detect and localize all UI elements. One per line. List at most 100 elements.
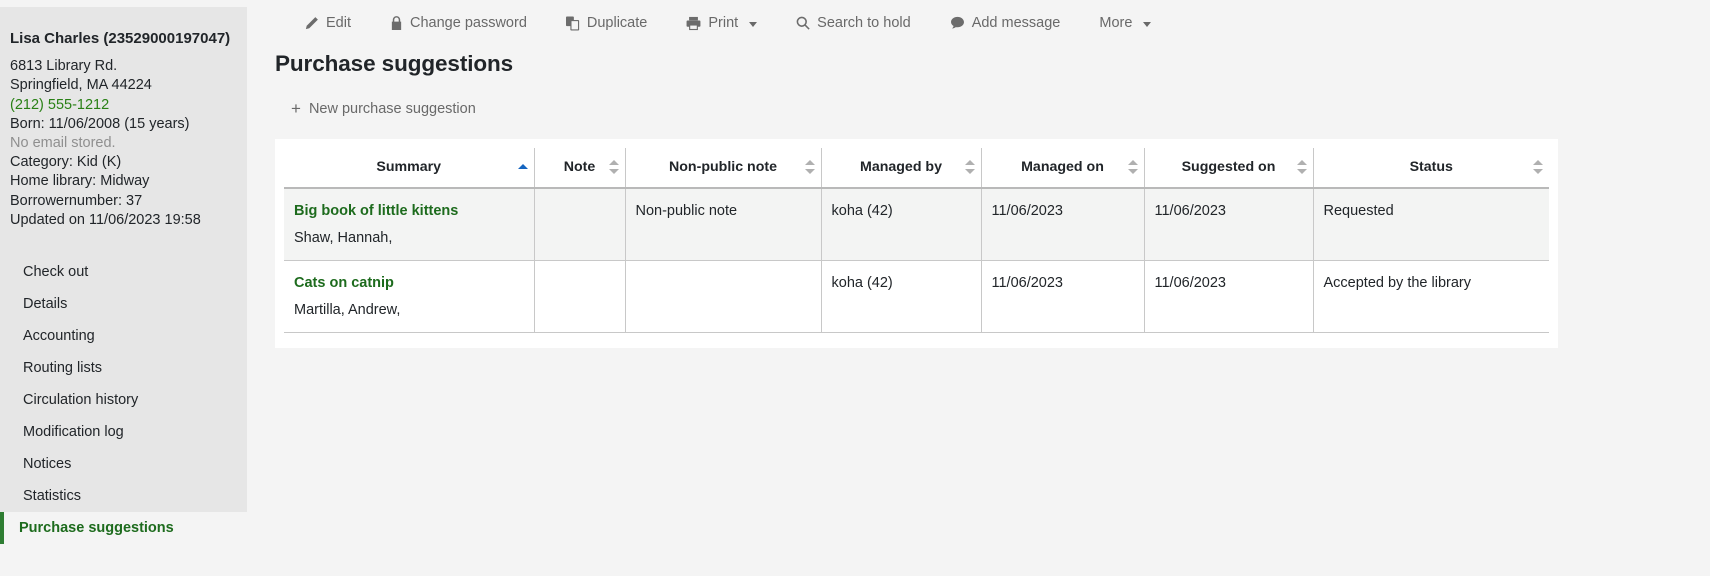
patron-borrowernumber: Borrowernumber: 37 [10, 192, 247, 211]
cell-value: Non-public note [636, 203, 811, 219]
sort-toggle-icon[interactable] [609, 160, 619, 174]
suggestion-title-link[interactable]: Big book of little kittens [294, 203, 524, 219]
column-header-managed-on[interactable]: Managed on [981, 148, 1144, 188]
column-header-status[interactable]: Status [1313, 148, 1549, 188]
cell-summary: Cats on catnip Martilla, Andrew, [284, 261, 534, 333]
cell-note [534, 261, 625, 333]
column-header-note[interactable]: Note [534, 148, 625, 188]
sort-toggle-icon[interactable] [1297, 160, 1307, 174]
toolbar-button-duplicate[interactable]: Duplicate [552, 13, 661, 33]
sidebar-item-label: Statistics [23, 488, 81, 504]
suggestion-author: Shaw, Hannah, [294, 230, 524, 246]
chevron-down-icon [749, 22, 757, 27]
patron-name: Lisa Charles (23529000197047) [10, 29, 247, 48]
sort-toggle-icon[interactable] [1128, 160, 1138, 174]
search-icon [796, 16, 810, 30]
sort-toggle-icon[interactable] [805, 160, 815, 174]
cell-summary: Big book of little kittens Shaw, Hannah, [284, 188, 534, 261]
sidebar-item-check-out[interactable]: Check out [0, 256, 247, 288]
column-header-managed-by[interactable]: Managed by [821, 148, 981, 188]
column-header-summary[interactable]: Summary [284, 148, 534, 188]
patron-home-library: Home library: Midway [10, 172, 247, 191]
patron-born: Born: 11/06/2008 (15 years) [10, 115, 247, 134]
patron-address-line-2: Springfield, MA 44224 [10, 76, 247, 95]
toolbar-button-print[interactable]: Print [672, 13, 771, 33]
table-row: Big book of little kittens Shaw, Hannah, N… [284, 188, 1549, 261]
sidebar-item-label: Purchase suggestions [19, 520, 174, 536]
sidebar-item-label: Circulation history [23, 392, 138, 408]
sidebar-item-statistics[interactable]: Statistics [0, 480, 247, 512]
cell-note [534, 188, 625, 261]
toolbar-button-search-to-hold[interactable]: Search to hold [782, 13, 925, 33]
sidebar-item-label: Routing lists [23, 360, 102, 376]
cell-value: koha (42) [832, 275, 971, 291]
sidebar-item-label: Details [23, 296, 67, 312]
table-body: Big book of little kittens Shaw, Hannah, N… [284, 188, 1549, 333]
purchase-suggestions-table: SummaryNoteNon-public noteManaged byMana… [284, 148, 1549, 333]
cell-value: 11/06/2023 [1155, 275, 1303, 291]
toolbar-button-label: More [1099, 15, 1132, 31]
pencil-icon [304, 16, 319, 31]
cell-status: Accepted by the library [1313, 261, 1549, 333]
patron-sidebar: Lisa Charles (23529000197047) 6813 Libra… [0, 7, 247, 518]
patron-phone[interactable]: (212) 555-1212 [10, 96, 247, 115]
sidebar-item-accounting[interactable]: Accounting [0, 320, 247, 352]
column-header-non-public-note[interactable]: Non-public note [625, 148, 821, 188]
cell-value: koha (42) [832, 203, 971, 219]
cell-suggested-on: 11/06/2023 [1144, 188, 1313, 261]
toolbar-button-label: Change password [410, 15, 527, 31]
new-purchase-suggestion-label: New purchase suggestion [309, 101, 476, 117]
new-purchase-suggestion-button[interactable]: + New purchase suggestion [291, 100, 476, 117]
sidebar-item-notices[interactable]: Notices [0, 448, 247, 480]
sidebar-nav: Check out Details Accounting Routing lists C… [0, 256, 247, 544]
table-row: Cats on catnip Martilla, Andrew, koha (42)… [284, 261, 1549, 333]
cell-value: Accepted by the library [1324, 275, 1540, 291]
sidebar-item-circulation-history[interactable]: Circulation history [0, 384, 247, 416]
column-header-label: Managed on [1021, 159, 1104, 175]
cell-suggested-on: 11/06/2023 [1144, 261, 1313, 333]
toolbar-button-label: Edit [326, 15, 351, 31]
cell-managed-by: koha (42) [821, 261, 981, 333]
patron-address-line-1: 6813 Library Rd. [10, 57, 247, 76]
suggestions-card: SummaryNoteNon-public noteManaged byMana… [275, 139, 1558, 348]
column-header-label: Managed by [860, 159, 942, 175]
patron-info-panel: Lisa Charles (23529000197047) 6813 Libra… [0, 7, 247, 244]
patron-category: Category: Kid (K) [10, 153, 247, 172]
sidebar-item-label: Accounting [23, 328, 95, 344]
cell-value: 11/06/2023 [1155, 203, 1303, 219]
toolbar-button-label: Duplicate [587, 15, 647, 31]
cell-managed-on: 11/06/2023 [981, 261, 1144, 333]
column-header-label: Status [1410, 159, 1453, 175]
sidebar-item-label: Notices [23, 456, 71, 472]
sidebar-item-details[interactable]: Details [0, 288, 247, 320]
column-header-suggested-on[interactable]: Suggested on [1144, 148, 1313, 188]
sidebar-item-routing-lists[interactable]: Routing lists [0, 352, 247, 384]
toolbar-button-edit[interactable]: Edit [290, 13, 365, 33]
toolbar-button-more[interactable]: More [1085, 13, 1165, 33]
patron-purchase-suggestions-page: Lisa Charles (23529000197047) 6813 Libra… [0, 0, 1710, 576]
toolbar-button-label: Print [708, 15, 738, 31]
cell-non-public-note [625, 261, 821, 333]
chevron-down-icon [1143, 22, 1151, 27]
comment-icon [950, 16, 965, 30]
sort-toggle-icon[interactable] [1533, 160, 1543, 174]
toolbar-button-add-message[interactable]: Add message [936, 13, 1075, 33]
patron-email: No email stored. [10, 134, 247, 153]
sort-ascending-icon[interactable] [518, 160, 528, 174]
toolbar-button-change-password[interactable]: Change password [376, 13, 541, 33]
cell-managed-on: 11/06/2023 [981, 188, 1144, 261]
suggestion-title-link[interactable]: Cats on catnip [294, 275, 524, 291]
column-header-label: Summary [376, 159, 441, 175]
suggestion-author: Martilla, Andrew, [294, 302, 524, 318]
sidebar-item-modification-log[interactable]: Modification log [0, 416, 247, 448]
cell-value: 11/06/2023 [992, 275, 1134, 291]
cell-value: Requested [1324, 203, 1540, 219]
column-header-label: Suggested on [1182, 159, 1276, 175]
page-title: Purchase suggestions [275, 51, 1710, 77]
cell-value: 11/06/2023 [992, 203, 1134, 219]
lock-icon [390, 16, 403, 31]
sidebar-item-purchase-suggestions[interactable]: Purchase suggestions [0, 512, 247, 544]
cell-managed-by: koha (42) [821, 188, 981, 261]
toolbar-button-label: Search to hold [817, 15, 911, 31]
sort-toggle-icon[interactable] [965, 160, 975, 174]
